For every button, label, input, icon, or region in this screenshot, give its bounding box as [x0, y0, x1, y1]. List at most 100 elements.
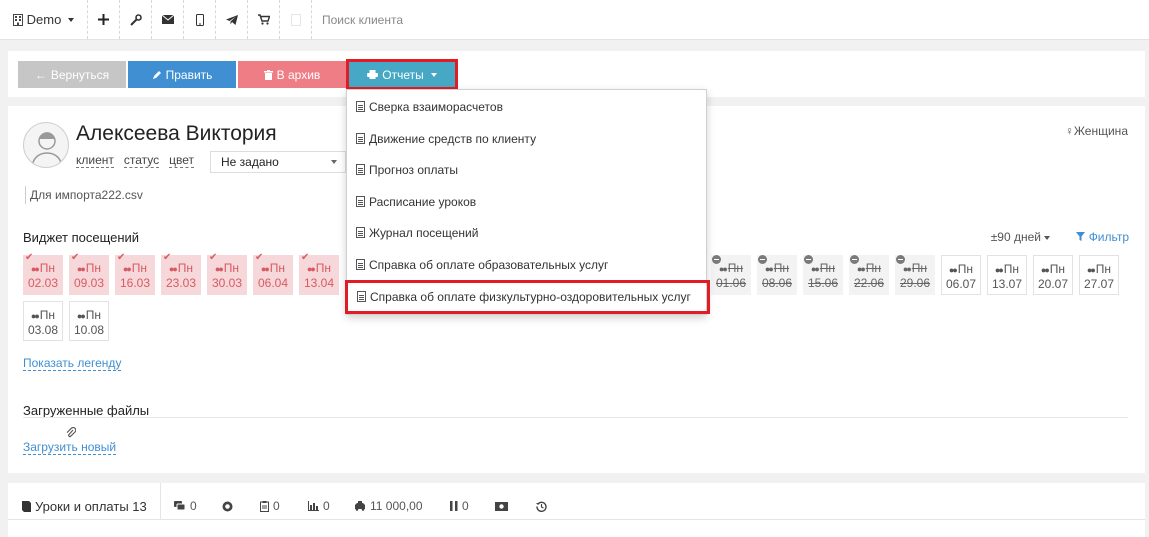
cancelled-minus-icon [804, 255, 813, 264]
tab-finance[interactable]: 11 000,00 [354, 493, 423, 519]
gender-label: ♀Женщина [1065, 124, 1128, 138]
gender-value: Женщина [1073, 124, 1128, 138]
divider [23, 417, 1128, 418]
filter-button[interactable]: Фильтр [1076, 230, 1129, 244]
visit-tile[interactable]: ●● Пн 15.06 [803, 255, 843, 295]
tab-stats[interactable]: 0 [308, 493, 330, 519]
visit-tile[interactable]: ●● Пн 08.06 [757, 255, 797, 295]
blank-button[interactable] [280, 0, 312, 39]
chevron-down-icon [331, 160, 337, 164]
status-select[interactable]: Не задано [210, 151, 346, 173]
visit-tile[interactable]: ●● Пн 01.06 [711, 255, 751, 295]
group-icon: ●● [948, 265, 958, 275]
visit-tile[interactable]: ●● Пн 27.07 [1079, 255, 1119, 295]
visit-tile[interactable]: ✔ ●● Пн 30.03 [207, 253, 247, 295]
visit-weekday: Пн [39, 308, 56, 322]
visit-date: 10.08 [73, 323, 105, 337]
group-icon: ●● [856, 264, 866, 274]
filter-label: Фильтр [1088, 230, 1129, 244]
visit-tile[interactable]: ✔ ●● Пн 13.04 [299, 253, 339, 295]
menu-item-client-funds-movement[interactable]: Движение средств по клиенту [347, 128, 706, 150]
back-button[interactable]: ← Вернуться [18, 61, 126, 88]
visit-tile[interactable]: ●● Пн 22.06 [849, 255, 889, 295]
tools-button[interactable] [120, 0, 152, 39]
tab-freeze[interactable]: 0 [450, 493, 469, 519]
document-icon [357, 291, 366, 302]
visit-tile[interactable]: ✔ ●● Пн 23.03 [161, 252, 201, 295]
top-bar: Demo Поиск клиента [0, 0, 1149, 40]
visit-tile[interactable]: ●● Пн 13.07 [987, 255, 1027, 295]
visit-weekday: Пн [1003, 262, 1020, 276]
upload-new-link[interactable]: Загрузить новый [23, 441, 117, 455]
tab-amount: 11 000,00 [370, 499, 423, 513]
visit-tile[interactable]: ●● Пн 06.07 [941, 255, 981, 295]
visit-date: 01.06 [715, 276, 747, 290]
edit-button[interactable]: Править [128, 61, 236, 88]
paid-check-icon: ✔ [117, 252, 126, 263]
group-icon: ●● [76, 311, 86, 321]
visit-date: 08.06 [761, 276, 793, 290]
visit-tile[interactable]: ●● Пн 29.06 [895, 255, 935, 295]
menu-item-label: Журнал посещений [369, 226, 479, 240]
book-icon [22, 500, 31, 512]
account-switcher[interactable]: Demo [0, 0, 88, 39]
visit-weekday: Пн [727, 261, 744, 275]
visit-tile[interactable]: ✔ ●● Пн 02.03 [23, 253, 63, 295]
menu-item-education-payment-certificate[interactable]: Справка об оплате образовательных услуг [347, 254, 706, 276]
show-legend-link[interactable]: Показать легенду [23, 357, 122, 371]
menu-item-payment-forecast[interactable]: Прогноз оплаты [347, 159, 706, 181]
tab-count: 0 [323, 499, 330, 513]
client-color-link[interactable]: цвет [169, 154, 195, 168]
phone-icon [195, 13, 204, 26]
tab-comments[interactable]: 0 [174, 493, 197, 519]
visit-weekday: Пн [131, 261, 148, 275]
visit-date: 22.06 [853, 276, 885, 290]
menu-item-label: Справка об оплате образовательных услуг [369, 258, 609, 272]
visit-date: 23.03 [165, 276, 197, 290]
phone-button[interactable] [184, 0, 216, 39]
add-button[interactable] [88, 0, 120, 39]
tab-lessons-payments[interactable]: Уроки и оплаты 13 [22, 493, 147, 519]
tab-whatsapp[interactable] [222, 493, 237, 519]
range-value: ±90 дней [990, 230, 1041, 244]
visit-tile[interactable]: ✔ ●● Пн 09.03 [69, 253, 109, 295]
tab-tasks[interactable]: 0 [260, 493, 280, 519]
client-type-link[interactable]: клиент [76, 154, 114, 168]
group-icon: ●● [306, 264, 316, 274]
chevron-down-icon [68, 17, 75, 22]
visit-date: 13.07 [991, 277, 1023, 291]
client-search-input[interactable]: Поиск клиента [312, 0, 1149, 39]
avatar[interactable] [23, 122, 69, 168]
group-icon: ●● [764, 264, 774, 274]
reports-button[interactable]: Отчеты [346, 59, 458, 90]
cart-button[interactable] [248, 0, 280, 39]
visit-tile[interactable]: ●● Пн 20.07 [1033, 255, 1073, 295]
client-status-link[interactable]: статус [123, 154, 160, 168]
archive-button[interactable]: В архив [238, 61, 346, 88]
blank-icon [290, 13, 301, 26]
telegram-button[interactable] [216, 0, 248, 39]
visit-weekday: Пн [911, 261, 928, 275]
tab-history[interactable] [536, 493, 551, 519]
client-tabs: Уроки и оплаты 13 0 0 0 11 000,00 0 [8, 483, 1145, 537]
paid-check-icon: ✔ [163, 252, 172, 263]
menu-item-fitness-payment-certificate[interactable]: Справка об оплате физкультурно-оздоровит… [345, 280, 710, 314]
visit-weekday: Пн [315, 261, 332, 275]
visit-tile[interactable]: ●● Пн 10.08 [69, 301, 109, 341]
visit-tile[interactable]: ●● Пн 03.08 [23, 301, 63, 341]
visit-tile[interactable]: ✔ ●● Пн 06.04 [253, 253, 293, 295]
menu-item-settlement-reconciliation[interactable]: Сверка взаиморасчетов [347, 96, 706, 118]
paperclip-icon [66, 427, 76, 438]
visit-date: 06.04 [257, 276, 289, 290]
group-icon: ●● [214, 264, 224, 274]
menu-item-lesson-schedule[interactable]: Расписание уроков [347, 191, 706, 213]
female-icon: ♀ [1064, 124, 1074, 138]
user-placeholder-icon [31, 132, 63, 167]
range-select[interactable]: ±90 дней [991, 230, 1050, 244]
menu-item-attendance-journal[interactable]: Журнал посещений [347, 222, 706, 244]
mail-button[interactable] [152, 0, 184, 39]
money-icon [495, 501, 508, 511]
visit-tile[interactable]: ✔ ●● Пн 16.03 [115, 252, 155, 295]
visit-weekday: Пн [819, 261, 836, 275]
tab-money[interactable] [495, 493, 512, 519]
